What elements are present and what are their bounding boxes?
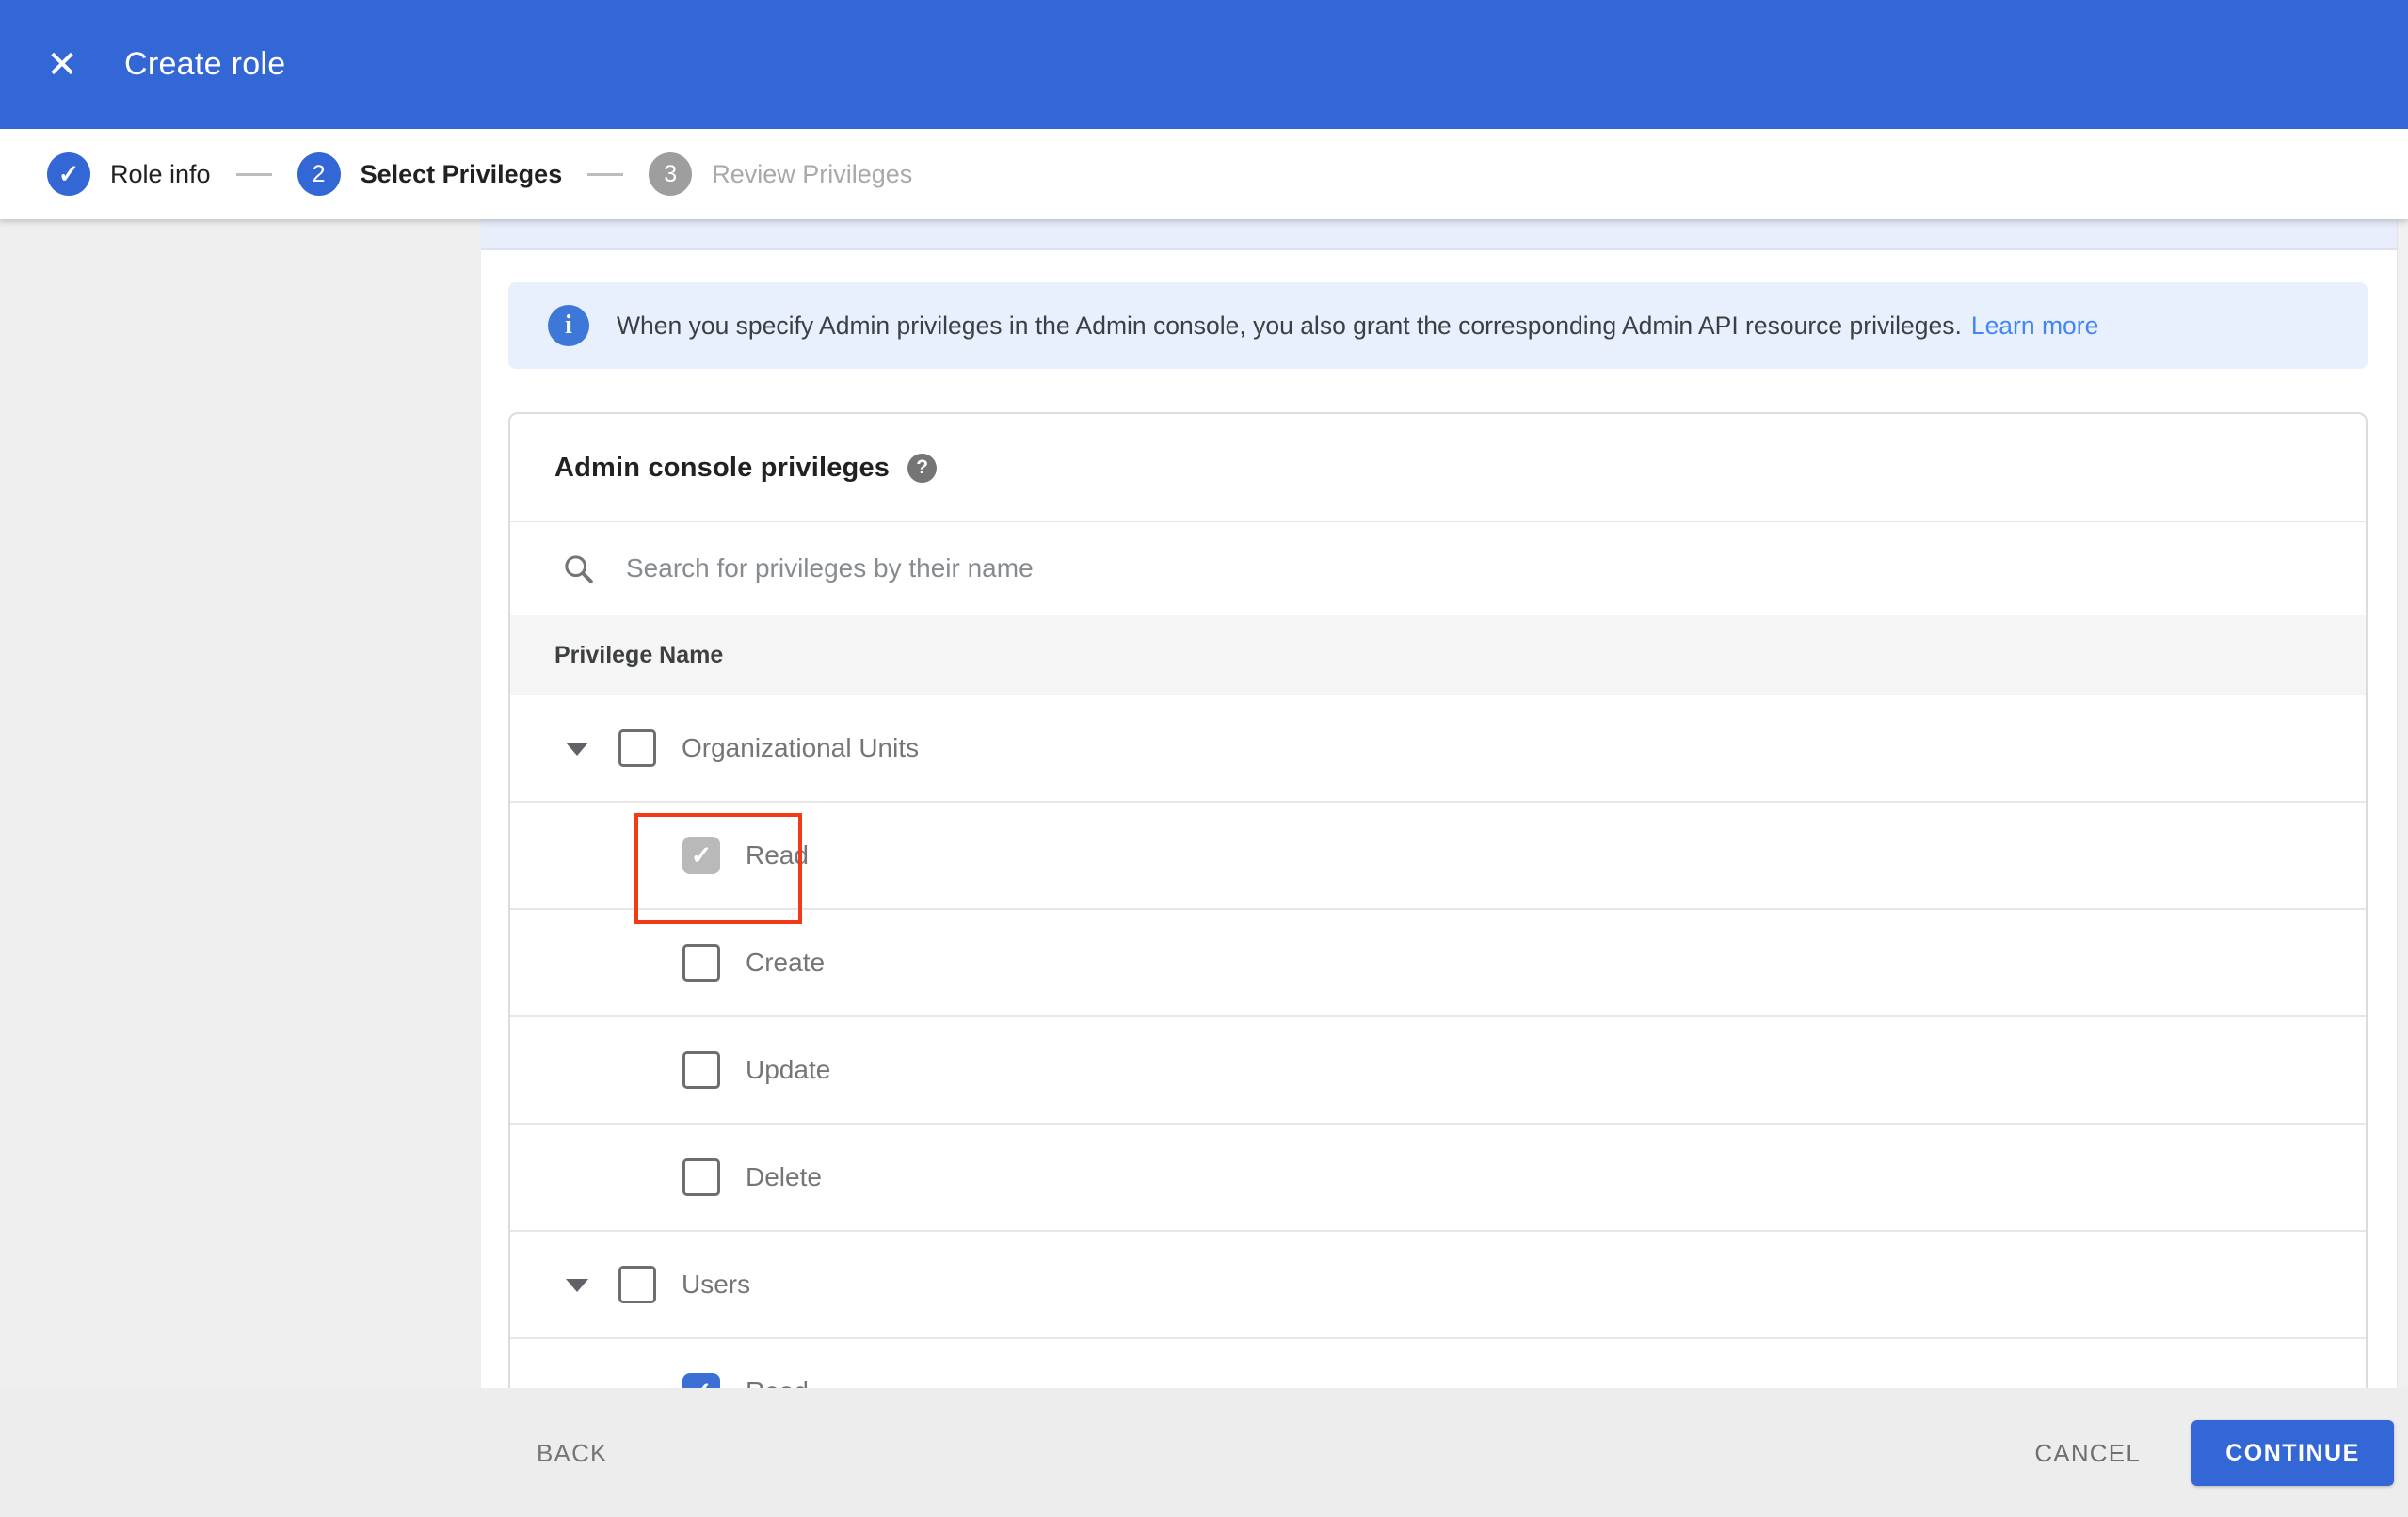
privilege-checkbox[interactable]: ✓	[618, 729, 656, 767]
dialog-title: Create role	[124, 46, 286, 82]
continue-button[interactable]: CONTINUE	[2191, 1420, 2394, 1486]
info-banner-text: When you specify Admin privileges in the…	[617, 311, 1962, 340]
learn-more-link[interactable]: Learn more	[1971, 311, 2099, 341]
expand-triangle-icon[interactable]	[566, 1279, 588, 1292]
search-icon	[561, 551, 596, 586]
privilege-label: Update	[746, 1055, 831, 1084]
step-3-circle: 3	[649, 152, 693, 196]
dialog-header: ✕ Create role	[0, 0, 2408, 129]
card-title: Admin console privileges	[554, 452, 891, 483]
table-header-label: Privilege Name	[554, 641, 724, 668]
privilege-label: Read	[746, 840, 809, 870]
privilege-row: ✓ Delete	[510, 1125, 2366, 1232]
close-icon: ✕	[46, 43, 78, 86]
cancel-button[interactable]: CANCEL	[2010, 1420, 2165, 1486]
privilege-row: ✓ Read	[510, 803, 2366, 924]
privilege-row: ✓ Read	[510, 1339, 2366, 1392]
privilege-checkbox[interactable]: ✓	[682, 944, 720, 982]
search-input[interactable]	[624, 552, 2134, 584]
step-role-info[interactable]: ✓ Role info	[47, 152, 211, 196]
step-2-number: 2	[312, 160, 326, 187]
privilege-checkbox[interactable]: ✓	[682, 1051, 720, 1089]
privileges-card: Admin console privileges ? Privilege Nam…	[508, 412, 2368, 1392]
back-button-label: BACK	[537, 1438, 608, 1467]
privilege-label: Delete	[746, 1162, 822, 1191]
expand-triangle-icon[interactable]	[566, 743, 588, 756]
step-select-privileges[interactable]: 2 Select Privileges	[297, 152, 563, 196]
privilege-row: ✓ Update	[510, 1017, 2366, 1125]
step-3-label: Review Privileges	[712, 159, 913, 188]
privilege-row: ✓ Organizational Units	[510, 695, 2366, 803]
check-icon: ✓	[57, 159, 80, 188]
step-1-label: Role info	[110, 159, 211, 188]
privilege-search[interactable]	[510, 522, 2366, 615]
step-review-privileges[interactable]: 3 Review Privileges	[649, 152, 912, 196]
privilege-checkbox[interactable]: ✓	[682, 837, 720, 874]
step-2-label: Select Privileges	[360, 159, 563, 188]
card-header: Admin console privileges ?	[510, 414, 2366, 522]
left-gutter-panel	[0, 219, 481, 1517]
back-button[interactable]: BACK	[523, 1420, 621, 1486]
privilege-label: Organizational Units	[682, 733, 920, 762]
close-button[interactable]: ✕	[43, 46, 81, 84]
privileges-table-body: ✓ Organizational Units ✓ Read ✓ Create ✓…	[510, 695, 2366, 1392]
step-separator	[587, 172, 624, 176]
privilege-checkbox[interactable]: ✓	[682, 1158, 720, 1196]
privilege-row: ✓ Create	[510, 910, 2366, 1017]
privilege-row: ✓ Users	[510, 1232, 2366, 1339]
privilege-label: Create	[746, 948, 826, 977]
checkmark-icon: ✓	[690, 840, 713, 870]
stepper: ✓ Role info 2 Select Privileges 3 Review…	[0, 129, 2408, 219]
privilege-label: Users	[682, 1269, 751, 1299]
privilege-checkbox[interactable]: ✓	[618, 1266, 656, 1303]
footer-bar: BACK CANCEL CONTINUE	[0, 1388, 2408, 1517]
info-icon: i	[548, 305, 589, 346]
cancel-button-label: CANCEL	[2034, 1438, 2141, 1467]
create-role-dialog: ✕ Create role ✓ Role info 2 Select Privi…	[0, 0, 2408, 1517]
step-separator	[235, 172, 272, 176]
scrolled-tab-strip	[481, 219, 2397, 250]
scrollbar[interactable]	[2397, 219, 2408, 1388]
table-header-row: Privilege Name	[510, 615, 2366, 695]
help-icon[interactable]: ?	[907, 453, 938, 483]
step-2-circle: 2	[297, 152, 341, 196]
step-3-number: 3	[664, 160, 678, 187]
step-1-circle: ✓	[47, 152, 90, 196]
info-banner: i When you specify Admin privileges in t…	[508, 282, 2368, 369]
